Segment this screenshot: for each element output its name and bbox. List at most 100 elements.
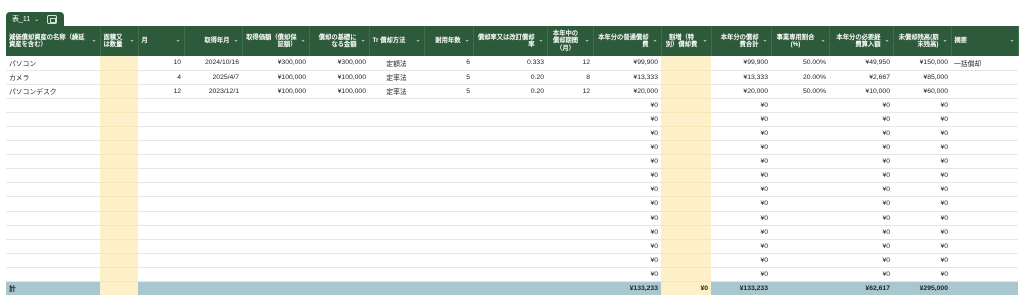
table-cell[interactable] <box>100 281 138 295</box>
table-cell[interactable] <box>473 182 547 198</box>
table-cell[interactable] <box>951 70 1018 85</box>
table-cell[interactable]: ¥0 <box>593 182 661 198</box>
table-cell[interactable] <box>951 253 1018 268</box>
table-cell[interactable]: ¥0 <box>893 267 951 283</box>
table-cell[interactable]: ¥133,233 <box>593 281 661 295</box>
table-cell[interactable] <box>771 267 829 283</box>
table-cell[interactable]: ¥0 <box>593 211 661 226</box>
table-cell[interactable]: ¥0 <box>593 196 661 212</box>
table-cell[interactable]: ¥0 <box>829 154 893 170</box>
table-cell[interactable]: ¥85,000 <box>893 70 951 85</box>
table-cell[interactable] <box>547 154 593 170</box>
table-cell[interactable]: ¥0 <box>593 112 661 127</box>
table-cell[interactable] <box>100 168 138 184</box>
table-cell[interactable]: 2023/12/1 <box>184 84 242 99</box>
table-cell[interactable]: ¥0 <box>893 225 951 240</box>
table-cell[interactable]: ¥0 <box>829 253 893 268</box>
table-cell[interactable] <box>100 112 138 127</box>
chevron-down-icon[interactable]: ⌄ <box>233 37 238 45</box>
table-cell[interactable] <box>309 182 369 198</box>
column-header-11[interactable]: 割増（特別）償却費 ⌄ <box>661 26 712 56</box>
table-cell[interactable] <box>473 98 547 113</box>
table-cell[interactable] <box>369 154 424 170</box>
table-cell[interactable] <box>424 112 473 127</box>
table-cell[interactable] <box>661 225 711 240</box>
table-cell[interactable] <box>424 168 473 184</box>
table-cell[interactable] <box>100 98 138 113</box>
table-cell[interactable]: ¥0 <box>711 196 771 212</box>
column-header-2[interactable]: 月 ⌄ <box>138 26 185 56</box>
table-cell[interactable] <box>661 70 711 85</box>
column-header-3[interactable]: 取得年月 ⌄ <box>184 26 243 56</box>
table-cell[interactable]: ¥0 <box>829 168 893 184</box>
column-header-15[interactable]: 未償却残高(期末残高) ⌄ <box>893 26 952 56</box>
table-cell[interactable]: ¥0 <box>829 211 893 226</box>
table-cell[interactable]: 50.00% <box>771 84 829 99</box>
table-cell[interactable] <box>138 239 184 254</box>
table-cell[interactable] <box>424 253 473 268</box>
table-cell[interactable]: 0.20 <box>473 84 547 99</box>
chevron-down-icon[interactable]: ⌄ <box>884 37 889 45</box>
table-cell[interactable]: ¥0 <box>593 140 661 156</box>
table-cell[interactable] <box>100 182 138 198</box>
table-cell[interactable] <box>242 140 309 156</box>
table-cell[interactable]: ¥0 <box>593 225 661 240</box>
table-cell[interactable] <box>771 98 829 113</box>
table-cell[interactable] <box>369 140 424 156</box>
table-cell[interactable] <box>473 239 547 254</box>
table-cell[interactable] <box>424 182 473 198</box>
table-cell[interactable] <box>771 182 829 198</box>
table-cell[interactable] <box>951 98 1018 113</box>
chevron-down-icon[interactable]: ⌄ <box>129 37 134 45</box>
table-cell[interactable]: 20.00% <box>771 70 829 85</box>
table-cell[interactable] <box>184 239 242 254</box>
table-cell[interactable] <box>771 281 829 295</box>
column-header-5[interactable]: 償却の基礎になる金額 ⌄ <box>309 26 370 56</box>
table-cell[interactable] <box>138 98 184 113</box>
table-cell[interactable] <box>473 140 547 156</box>
table-cell[interactable]: ¥0 <box>829 126 893 142</box>
copy-icon[interactable] <box>47 14 58 24</box>
table-cell[interactable]: 10 <box>138 56 184 71</box>
table-cell[interactable]: ¥62,617 <box>829 281 893 295</box>
chevron-down-icon[interactable]: ⌄ <box>762 37 767 45</box>
table-cell[interactable]: ¥0 <box>893 196 951 212</box>
table-cell[interactable] <box>309 239 369 254</box>
table-cell[interactable] <box>242 112 309 127</box>
table-cell[interactable]: 一括償却 <box>951 56 1018 71</box>
table-cell[interactable] <box>369 168 424 184</box>
table-cell[interactable] <box>951 211 1018 226</box>
table-cell[interactable]: 12 <box>547 56 593 71</box>
table-cell[interactable]: ¥0 <box>593 267 661 283</box>
table-cell[interactable] <box>184 281 242 295</box>
table-cell[interactable] <box>547 98 593 113</box>
column-header-16[interactable]: 摘要 ⌄ <box>951 26 1019 56</box>
table-cell[interactable]: ¥300,000 <box>242 56 309 71</box>
table-cell[interactable]: ¥150,000 <box>893 56 951 71</box>
table-cell[interactable] <box>473 154 547 170</box>
table-cell[interactable]: 2024/10/16 <box>184 56 242 71</box>
chevron-down-icon[interactable]: ⌄ <box>820 37 825 45</box>
table-cell[interactable] <box>242 98 309 113</box>
column-header-4[interactable]: 取得価額（償却保証額） ⌄ <box>242 26 310 56</box>
table-cell[interactable] <box>138 267 184 283</box>
table-cell[interactable]: 12 <box>547 84 593 99</box>
table-cell[interactable] <box>6 140 100 156</box>
table-cell[interactable] <box>661 98 711 113</box>
table-cell[interactable] <box>100 70 138 85</box>
table-cell[interactable]: ¥0 <box>711 225 771 240</box>
table-cell[interactable] <box>242 154 309 170</box>
table-cell[interactable] <box>309 112 369 127</box>
chevron-down-icon[interactable]: ⌄ <box>538 37 543 45</box>
chevron-down-icon[interactable]: ⌄ <box>1009 37 1014 45</box>
table-cell[interactable] <box>951 281 1018 295</box>
chevron-down-icon[interactable]: ⌄ <box>702 37 707 45</box>
table-cell[interactable] <box>369 196 424 212</box>
table-cell[interactable]: ¥0 <box>711 126 771 142</box>
table-cell[interactable]: ¥0 <box>661 281 711 295</box>
table-cell[interactable] <box>100 126 138 142</box>
table-cell[interactable]: ¥0 <box>829 140 893 156</box>
table-cell[interactable] <box>771 225 829 240</box>
table-cell[interactable]: カメラ <box>6 70 100 85</box>
table-cell[interactable]: ¥0 <box>593 98 661 113</box>
